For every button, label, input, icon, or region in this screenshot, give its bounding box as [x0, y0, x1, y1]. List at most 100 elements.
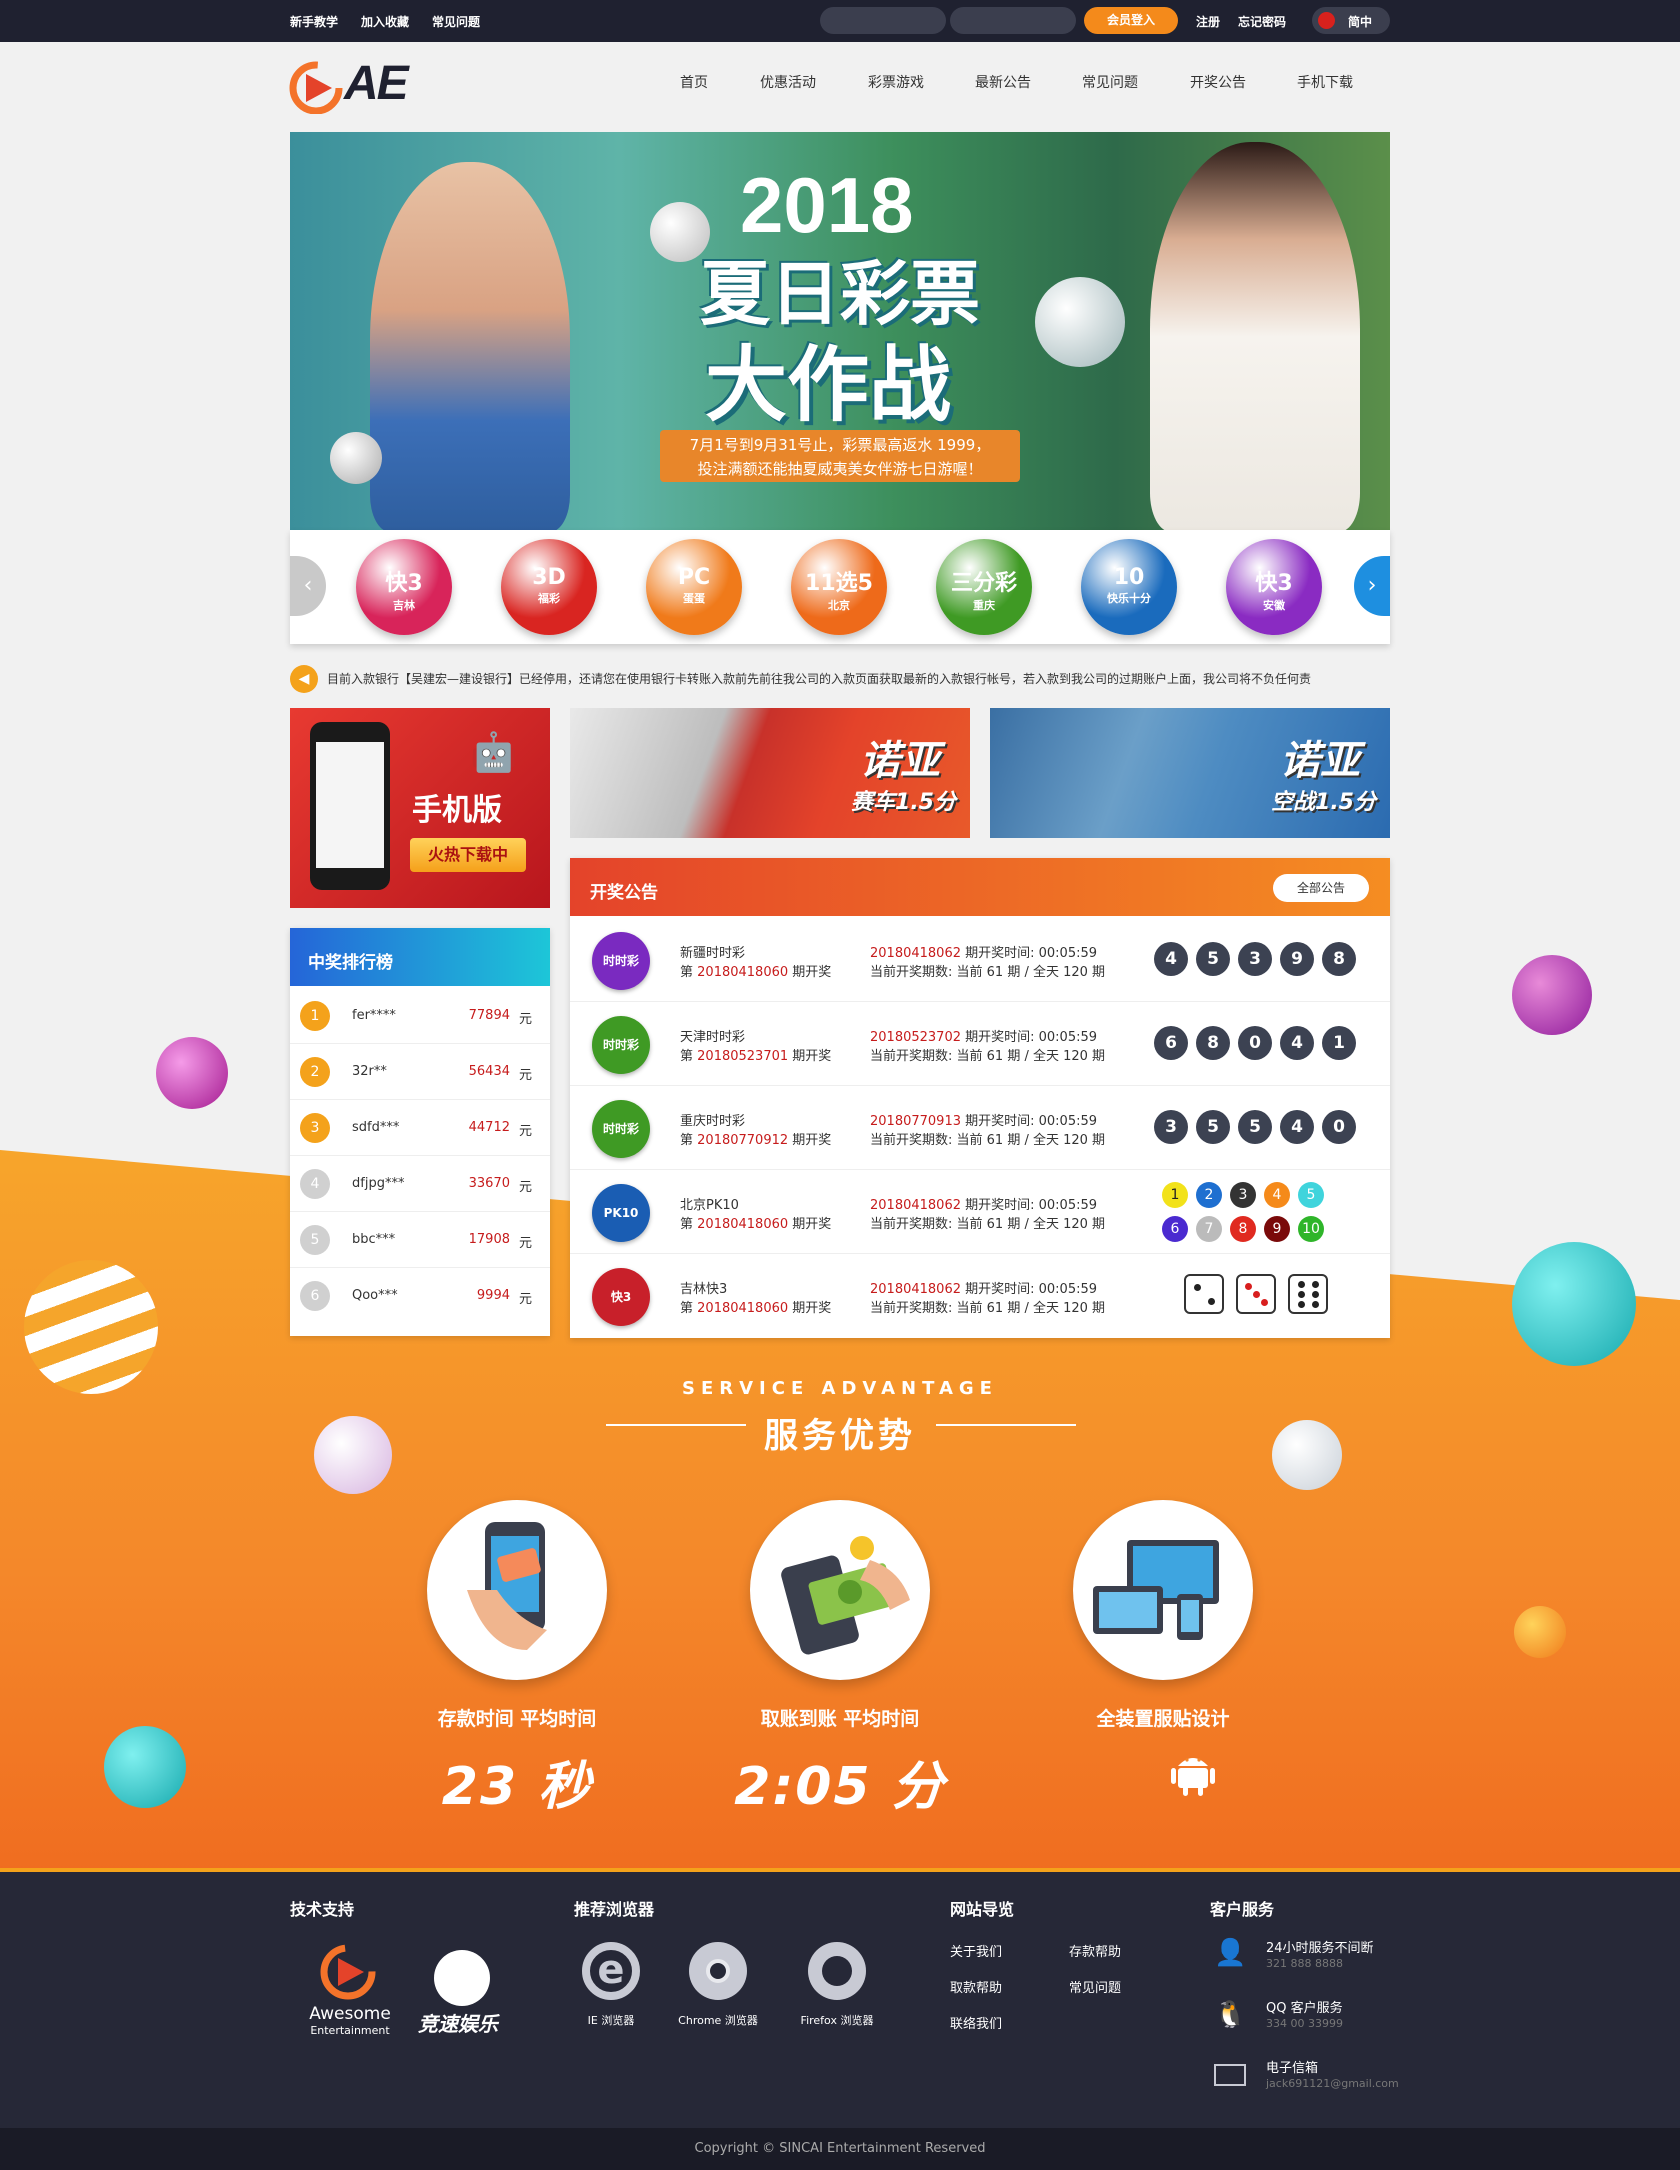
awesome-brand-sub: Entertainment — [310, 2024, 390, 2037]
speaker-icon: ◀ — [290, 665, 318, 693]
top-link-bookmark[interactable]: 加入收藏 — [361, 13, 409, 30]
service-title: 服务优势 — [764, 1416, 916, 1456]
withdraw-money-icon — [750, 1500, 930, 1680]
cs-email-address[interactable]: jack691121@gmail.com — [1266, 2077, 1399, 2090]
nav-promotions[interactable]: 优惠活动 — [760, 72, 816, 92]
footer-link-faq[interactable]: 常见问题 — [1069, 1977, 1121, 1996]
lottery-logo: PK10 — [592, 1184, 650, 1242]
banner-ball — [1035, 277, 1125, 367]
promo-air-title: 诺亚 — [1280, 738, 1360, 784]
draw-issue: 第 20180523701 期开奖 — [680, 1049, 832, 1064]
nav-mobile-download[interactable]: 手机下载 — [1297, 72, 1353, 92]
ranking-row: 4 dfjpg*** 33670 元 — [290, 1156, 550, 1212]
promo-racing[interactable]: 诺亚 赛车1.5分 — [570, 708, 970, 838]
pk10-ball: 8 — [1230, 1216, 1256, 1242]
firefox-browser-label[interactable]: Firefox 浏览器 — [782, 2012, 892, 2028]
pk10-ball: 6 — [1162, 1216, 1188, 1242]
footer-link-contact[interactable]: 联络我们 — [950, 2013, 1002, 2032]
qq-icon: 🐧 — [1214, 2000, 1247, 2030]
firefox-browser-icon[interactable] — [808, 1942, 866, 2000]
nav-lottery-games[interactable]: 彩票游戏 — [868, 72, 924, 92]
draw-count: 当前开奖期数: 当前 61 期 / 全天 120 期 — [870, 1133, 1106, 1148]
cs-24h-label: 24小时服务不间断 — [1266, 1941, 1374, 1956]
chrome-browser-label[interactable]: Chrome 浏览器 — [663, 2012, 773, 2028]
lottery-ball-tianjin-kl10[interactable]: 10 快乐十分 — [1081, 539, 1177, 635]
logo-icon[interactable] — [288, 58, 344, 114]
deposit-phone-icon — [427, 1500, 607, 1680]
awesome-brand-name: Awesome — [309, 2004, 391, 2024]
top-link-tutorial[interactable]: 新手教学 — [290, 13, 338, 30]
footer-link-deposit-help[interactable]: 存款帮助 — [1069, 1941, 1121, 1960]
footer-nav-title: 网站导览 — [950, 1900, 1015, 1919]
carousel-prev-button[interactable]: ‹ — [290, 556, 326, 616]
nav-home[interactable]: 首页 — [680, 72, 708, 92]
footer-link-withdraw-help[interactable]: 取款帮助 — [950, 1977, 1002, 1996]
lottery-ball-chongqing-3fc[interactable]: 三分彩 重庆 — [936, 539, 1032, 635]
footer-browser-title: 推荐浏览器 — [574, 1900, 655, 1919]
result-ball: 5 — [1196, 942, 1230, 976]
username-input[interactable] — [820, 7, 946, 34]
promo-air-battle[interactable]: 诺亚 空战1.5分 — [990, 708, 1390, 838]
mobile-download-button[interactable]: 火热下载中 — [410, 838, 526, 872]
pk10-ball: 5 — [1298, 1182, 1324, 1208]
banner-ball — [330, 432, 382, 484]
draw-row[interactable]: 时时彩 重庆时时彩 第 20180770912 期开奖 20180770913 … — [570, 1086, 1390, 1170]
decor-ball-purple — [156, 1037, 228, 1109]
lottery-ball-fc3d[interactable]: 3D 福彩 — [501, 539, 597, 635]
register-link[interactable]: 注册 — [1196, 13, 1220, 30]
lottery-ball-anhui-k3[interactable]: 快3 安徽 — [1226, 539, 1322, 635]
result-ball: 3 — [1238, 942, 1272, 976]
member-login-button[interactable]: 会员登入 — [1084, 7, 1178, 34]
ie-browser-label[interactable]: IE 浏览器 — [556, 2012, 666, 2028]
pk10-ball: 2 — [1196, 1182, 1222, 1208]
footer-link-about[interactable]: 关于我们 — [950, 1941, 1002, 1960]
result-ball: 3 — [1154, 1110, 1188, 1144]
lottery-ball-beijing-11x5[interactable]: 11选5 北京 — [791, 539, 887, 635]
carousel-next-button[interactable]: › — [1354, 556, 1390, 616]
chrome-browser-icon[interactable] — [689, 1942, 747, 2000]
awesome-logo-icon — [320, 1944, 376, 2000]
draw-row[interactable]: PK10 北京PK10 第 20180418060 期开奖 2018041806… — [570, 1170, 1390, 1254]
all-announcements-button[interactable]: 全部公告 — [1273, 874, 1369, 902]
decor-ball-teal — [104, 1726, 186, 1808]
promo-racing-title: 诺亚 — [860, 738, 940, 784]
draw-issue: 第 20180770912 期开奖 — [680, 1133, 832, 1148]
nav-faq[interactable]: 常见问题 — [1082, 72, 1138, 92]
draw-name: 新疆时时彩 — [680, 946, 746, 961]
result-ball: 4 — [1280, 1026, 1314, 1060]
draw-issue: 第 20180418060 期开奖 — [680, 965, 832, 980]
copyright: Copyright © SINCAI Entertainment Reserve… — [0, 2128, 1680, 2170]
draw-next-time: 20180418062 期开奖时间: 00:05:59 — [870, 1282, 1098, 1297]
service-label-deposit: 存款时间 平均时间 — [437, 1708, 597, 1730]
result-ball: 4 — [1280, 1110, 1314, 1144]
banner-ribbon: 7月1号到9月31号止，彩票最高返水 1999， 投注满额还能抽夏威夷美女伴游七… — [660, 430, 1020, 482]
result-ball: 0 — [1238, 1026, 1272, 1060]
dice-6 — [1288, 1274, 1328, 1314]
lottery-ball-pc-dandan[interactable]: PC 蛋蛋 — [646, 539, 742, 635]
lottery-logo: 时时彩 — [592, 1016, 650, 1074]
service-title-en: SERVICE ADVANTAGE — [682, 1378, 998, 1399]
forgot-password-link[interactable]: 忘记密码 — [1238, 13, 1286, 30]
cs-qq-label: QQ 客户服务 — [1266, 2001, 1343, 2016]
draw-next-time: 20180770913 期开奖时间: 00:05:59 — [870, 1114, 1098, 1129]
logo-text[interactable]: AE — [344, 56, 409, 111]
nav-draw-results[interactable]: 开奖公告 — [1190, 72, 1246, 92]
draw-row[interactable]: 快3 吉林快3 第 20180418060 期开奖 20180418062 期开… — [570, 1254, 1390, 1338]
lottery-ball-jilin-k3[interactable]: 快3 吉林 — [356, 539, 452, 635]
draw-row[interactable]: 时时彩 天津时时彩 第 20180523701 期开奖 20180523702 … — [570, 1002, 1390, 1086]
promo-air-subtitle: 空战1.5分 — [1271, 790, 1376, 815]
notice-marquee[interactable]: 目前入款银行【吴建宏—建设银行】已经停用，还请您在使用银行卡转账入款前先前往我公… — [327, 670, 1390, 687]
draw-row[interactable]: 时时彩 新疆时时彩 第 20180418060 期开奖 20180418062 … — [570, 918, 1390, 1002]
result-ball: 4 — [1154, 942, 1188, 976]
dice-2 — [1184, 1274, 1224, 1314]
lottery-logo: 时时彩 — [592, 932, 650, 990]
banner-title-line2: 大作战 — [705, 338, 952, 433]
nav-announcements[interactable]: 最新公告 — [975, 72, 1031, 92]
top-bar: 新手教学 加入收藏 常见问题 会员登入 注册 忘记密码 简中 — [0, 0, 1680, 42]
language-selector[interactable]: 简中 — [1312, 7, 1390, 34]
top-link-faq[interactable]: 常见问题 — [432, 13, 480, 30]
promo-racing-subtitle: 赛车1.5分 — [851, 790, 956, 815]
banner-model-right — [1150, 142, 1360, 530]
password-input[interactable] — [950, 7, 1076, 34]
ie-browser-icon[interactable]: e — [582, 1942, 640, 2000]
